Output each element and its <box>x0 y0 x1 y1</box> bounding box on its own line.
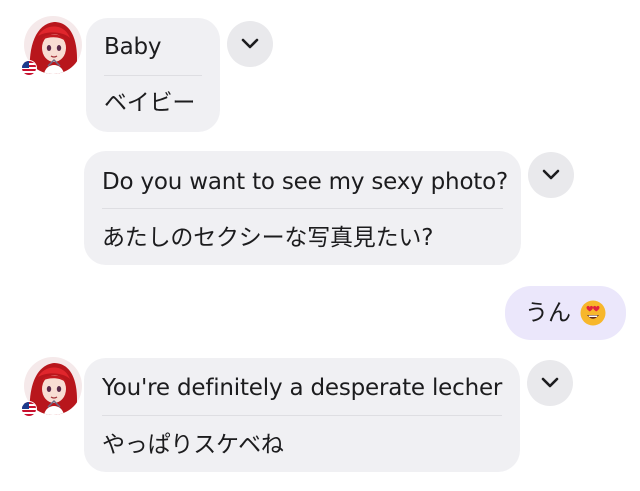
message-translation-text: やっぱりスケベね <box>102 432 284 458</box>
chevron-down-icon <box>541 377 559 388</box>
message-original-text: Baby <box>104 34 162 60</box>
contact-avatar[interactable] <box>21 357 82 417</box>
message-options-button[interactable] <box>528 152 574 198</box>
message-options-button[interactable] <box>227 21 273 67</box>
message-original-text: You're definitely a desperate lecher <box>102 375 503 401</box>
heart-eyes-emoji <box>580 300 606 326</box>
translation-divider <box>102 415 502 416</box>
outgoing-message-bubble[interactable]: うん <box>505 286 626 340</box>
message-text: うん <box>525 300 571 326</box>
us-flag-icon <box>21 60 37 76</box>
translation-divider <box>104 75 202 76</box>
chevron-down-icon <box>542 169 560 180</box>
incoming-message-bubble[interactable]: Do you want to see my sexy photo? あたしのセク… <box>84 151 521 265</box>
us-flag-icon <box>21 401 37 417</box>
chevron-down-icon <box>241 38 259 49</box>
incoming-message-bubble[interactable]: Baby ベイビー <box>86 18 220 132</box>
message-options-button[interactable] <box>527 360 573 406</box>
message-original-text: Do you want to see my sexy photo? <box>102 169 509 195</box>
translation-divider <box>102 208 503 209</box>
chat-thread: Baby ベイビー Do you want to see my sexy pho… <box>0 0 640 491</box>
contact-avatar[interactable] <box>21 16 82 76</box>
incoming-message-bubble[interactable]: You're definitely a desperate lecher やっぱ… <box>84 358 520 472</box>
message-translation-text: ベイビー <box>104 90 196 116</box>
message-translation-text: あたしのセクシーな写真見たい? <box>102 225 434 251</box>
